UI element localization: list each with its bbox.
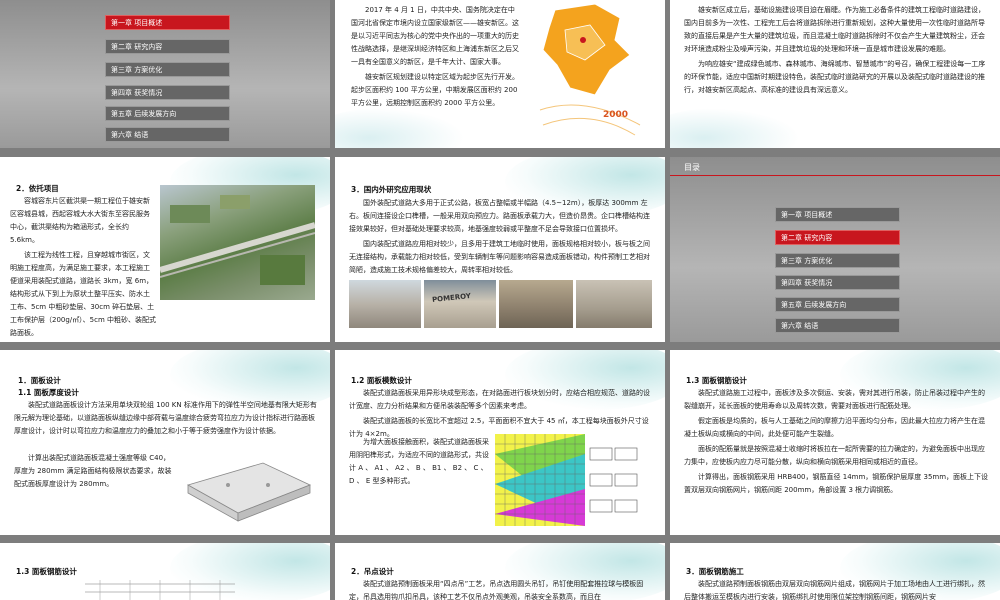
slide11-text: 装配式道路预制面板采用“四点吊”工艺，吊点选用圆头吊钉，吊钉使用配套推拉球与模板…: [349, 578, 655, 600]
toc-title: 目录: [684, 163, 700, 172]
slide12-text: 装配式道路预制面板钢筋由双层双向钢筋网片组成，钢筋网片于加工场地由人工进行绑扎，…: [684, 578, 990, 600]
slide5-p1: 国外装配式道路大多用于正式公路，板宽占整幅或半幅路（4.5~12m），板厚达 3…: [349, 199, 650, 233]
site-photo-4: [576, 280, 652, 328]
slide-thumbnail-2[interactable]: 2017 年 4 月 1 日，中共中央、国务院决定在中国河北省保定市境内设立国家…: [335, 0, 665, 148]
slide3-p2: 为响应雄安“建成绿色城市、森林城市、海绵城市、智慧城市”的号召，确保工程建设每一…: [684, 60, 986, 94]
site-photo-3: [499, 280, 573, 328]
slide-thumbnail-6[interactable]: 目录 第一章 项目概述 第二章 研究内容 第三章 方案优化 第四章 获奖情况 第…: [670, 157, 1000, 342]
slide7-heading: 1．面板设计: [18, 376, 61, 385]
slide-thumbnail-5[interactable]: 3．国内外研究应用现状 国外装配式道路大多用于正式公路，板宽占整幅或半幅路（4.…: [335, 157, 665, 342]
region-map: 2000: [535, 0, 645, 140]
slide9-p1: 装配式道路施工过程中，面板涉及多次倒运、安装，需对其进行吊装，防止吊装过程中产生…: [684, 389, 985, 410]
toc-item-5[interactable]: 第五章 后续发展方向: [775, 297, 900, 312]
slide-thumbnail-7[interactable]: 1．面板设计 1.1 面板厚度设计 装配式道路面板设计方法采用单块双轮组 100…: [0, 350, 330, 535]
slide11-p1: 装配式道路预制面板采用“四点吊”工艺，吊点选用圆头吊钉，吊钉使用配套推拉球与模板…: [349, 580, 644, 600]
photo-caption: POMEROY: [431, 291, 472, 305]
slide-thumbnail-4[interactable]: 2．依托项目 容城容东片区截洪渠一期工程位于雄安新区容城县城，西起容城大水大街东…: [0, 157, 330, 342]
slide12-heading: 3．面板钢筋施工: [686, 567, 744, 576]
slide7-p1: 装配式道路面板设计方法采用单块双轮组 100 KN 标准作用下的弹性半空间地基有…: [14, 401, 317, 435]
slide4-p2: 该工程为线性工程，且穿越城市街区，文明施工程度高，为满足施工要求，本工程施工便道…: [10, 251, 157, 337]
slide4-heading: 2．依托项目: [16, 184, 59, 193]
slide8-p1: 装配式道路面板采用异形块成型形态，在对路面进行板块划分时，应结合相应规范、道路的…: [349, 389, 650, 410]
rebar-drawing-graphic: [85, 580, 235, 600]
slide5-text: 国外装配式道路大多用于正式公路，板宽占整幅或半幅路（4.5~12m），板厚达 3…: [349, 197, 655, 279]
slide7-p2: 计算出装配式道路面板混凝土强度等级 C40，厚度为 280mm 满足路面结构极限…: [14, 454, 172, 488]
toc-item-2[interactable]: 第二章 研究内容: [105, 39, 230, 54]
slide7-text-2: 计算出装配式道路面板混凝土强度等级 C40，厚度为 280mm 满足路面结构极限…: [14, 452, 174, 493]
toc-item-5[interactable]: 第五章 后续发展方向: [105, 106, 230, 121]
slide10-subheading: 1.3 面板钢筋设计: [16, 567, 77, 576]
slide9-text: 装配式道路施工过程中，面板涉及多次倒运、安装，需对其进行吊装，防止吊装过程中产生…: [684, 387, 990, 499]
slide4-text: 容城容东片区截洪渠一期工程位于雄安新区容城县城，西起容城大水大街东至容民服务中心…: [10, 195, 156, 342]
slide3-p1: 雄安新区成立后，基础设施建设项目迫在眉睫。作为施工必备条件的建筑工程临时道路建设…: [684, 6, 985, 53]
slide-thumbnail-10[interactable]: 1.3 面板钢筋设计: [0, 543, 330, 600]
slide9-p3: 面板的配筋量就是按照混凝土收缩时将板拉在一起所需要的拉力确定的，为避免面板中出现…: [684, 445, 985, 466]
slide9-p2: 假定面板是均质的，板与人工基础之间的摩擦力沿平面均匀分布，因此最大拉应力将产生在…: [684, 417, 985, 438]
panel-grid-diagram: [495, 434, 645, 526]
slide2-text: 2017 年 4 月 1 日，中共中央、国务院决定在中国河北省保定市境内设立国家…: [351, 4, 521, 112]
map-graphic: [539, 3, 641, 136]
slide-thumbnail-3[interactable]: 雄安新区成立后，基础设施建设项目迫在眉睫。作为施工必备条件的建筑工程临时道路建设…: [670, 0, 1000, 148]
slide-thumbnail-1[interactable]: 第一章 项目概述 第二章 研究内容 第三章 方案优化 第四章 获奖情况 第五章 …: [0, 0, 330, 148]
slide8-subheading: 1.2 面板模数设计: [351, 376, 412, 385]
slide7-text-1: 装配式道路面板设计方法采用单块双轮组 100 KN 标准作用下的弹性半空间地基有…: [14, 399, 320, 440]
toc-item-3[interactable]: 第三章 方案优化: [105, 62, 230, 77]
panel-3d-drawing: [178, 455, 318, 523]
slide11-heading: 2．吊点设计: [351, 567, 394, 576]
toc-item-6[interactable]: 第六章 结语: [775, 318, 900, 333]
site-photo-2: POMEROY: [424, 280, 496, 328]
toc-item-3[interactable]: 第三章 方案优化: [775, 253, 900, 268]
toc-divider: [670, 175, 1000, 176]
slide3-text: 雄安新区成立后，基础设施建设项目迫在眉睫。作为施工必备条件的建筑工程临时道路建设…: [684, 4, 988, 99]
toc-item-6[interactable]: 第六章 结语: [105, 127, 230, 142]
slide-thumbnail-11[interactable]: 2．吊点设计 装配式道路预制面板采用“四点吊”工艺，吊点选用圆头吊钉，吊钉使用配…: [335, 543, 665, 600]
map-area-number: 2000: [603, 110, 629, 120]
aerial-photo: [160, 185, 315, 300]
decor-wave: [335, 108, 465, 148]
panel-3d-graphic: [186, 462, 312, 522]
slide-thumbnail-12[interactable]: 3．面板钢筋施工 装配式道路预制面板钢筋由双层双向钢筋网片组成，钢筋网片于加工场…: [670, 543, 1000, 600]
slide8-p3: 为增大面板接触面积，装配式道路面板采用阴阳榫形式，为适应不同的道路形式，共设计 …: [349, 438, 489, 485]
slide-thumbnail-9[interactable]: 1.3 面板钢筋设计 装配式道路施工过程中，面板涉及多次倒运、安装，需对其进行吊…: [670, 350, 1000, 535]
rebar-drawing: [80, 578, 240, 600]
slide12-p1: 装配式道路预制面板钢筋由双层双向钢筋网片组成，钢筋网片于加工场地由人工进行绑扎，…: [684, 580, 985, 600]
slide2-p1: 2017 年 4 月 1 日，中共中央、国务院决定在中国河北省保定市境内设立国家…: [351, 6, 519, 66]
site-photo-1: [349, 280, 421, 328]
slide9-subheading: 1.3 面板钢筋设计: [686, 376, 747, 385]
slide5-p2: 国内装配式道路应用相对较少，且多用于建筑工地临时使用，面板规格相对较小，板与板之…: [349, 240, 650, 274]
decor-wave: [670, 108, 800, 148]
toc-item-2[interactable]: 第二章 研究内容: [775, 230, 900, 245]
slide9-p4: 计算得出，面板钢筋采用 HRB400，钢筋直径 14mm，钢筋保护层厚度 35m…: [684, 473, 989, 494]
slide-thumbnail-8[interactable]: 1.2 面板模数设计 装配式道路面板采用异形块成型形态，在对路面进行板块划分时，…: [335, 350, 665, 535]
toc-item-4[interactable]: 第四章 获奖情况: [775, 275, 900, 290]
toc-item-1[interactable]: 第一章 项目概述: [775, 207, 900, 222]
slide8-text-2: 为增大面板接触面积，装配式道路面板采用阴阳榫形式，为适应不同的道路形式，共设计 …: [349, 436, 489, 490]
aerial-photo-graphic: [160, 195, 315, 285]
slide4-p1: 容城容东片区截洪渠一期工程位于雄安新区容城县城，西起容城大水大街东至容民服务中心…: [10, 197, 150, 244]
toc-item-4[interactable]: 第四章 获奖情况: [105, 85, 230, 100]
slide2-p2: 雄安新区规划建设以特定区域为起步区先行开发。起步区面积约 100 平方公里，中期…: [351, 73, 519, 107]
toc-item-1[interactable]: 第一章 项目概述: [105, 15, 230, 30]
panel-grid-graphic: [495, 434, 638, 526]
slide7-subheading: 1.1 面板厚度设计: [18, 388, 79, 397]
slide5-heading: 3．国内外研究应用现状: [351, 185, 432, 194]
